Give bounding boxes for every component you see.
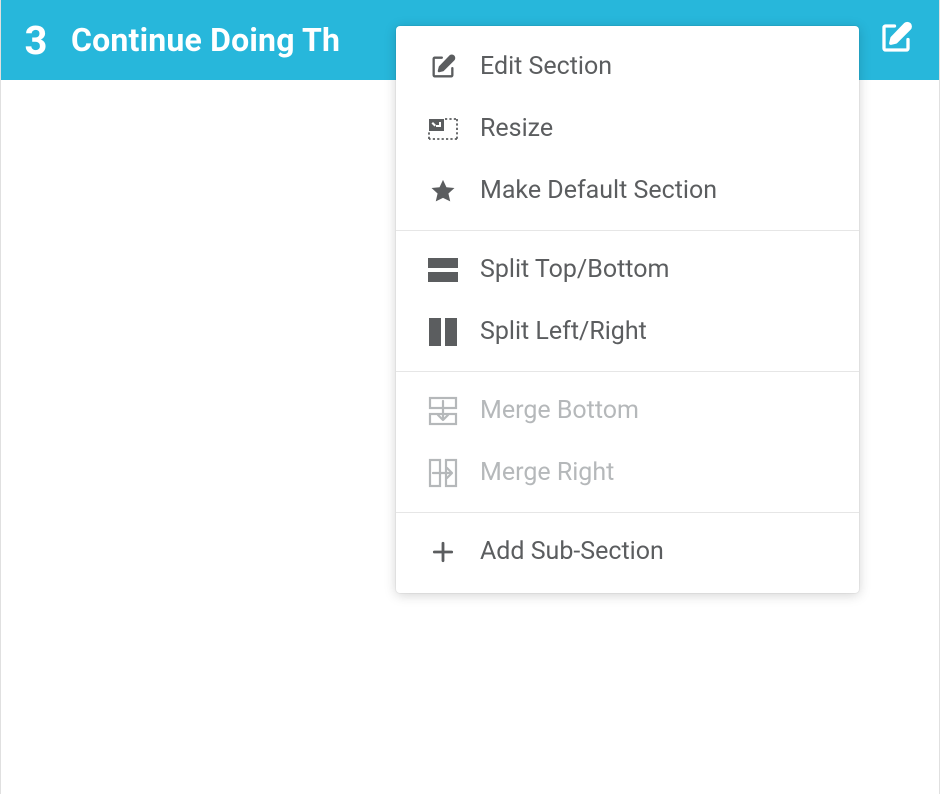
split-horizontal-icon [426, 255, 460, 285]
star-icon [426, 176, 460, 206]
merge-bottom-icon [426, 396, 460, 426]
menu-item-label: Merge Bottom [480, 396, 639, 426]
menu-item-label: Make Default Section [480, 176, 717, 206]
resize-icon [426, 114, 460, 144]
menu-item-label: Add Sub-Section [480, 537, 664, 567]
menu-item-label: Resize [480, 114, 553, 144]
menu-item-resize[interactable]: Resize [396, 98, 859, 160]
menu-item-split-top-bottom[interactable]: Split Top/Bottom [396, 239, 859, 301]
menu-item-label: Edit Section [480, 52, 612, 82]
menu-item-label: Merge Right [480, 458, 614, 488]
edit-section-header-button[interactable] [877, 21, 915, 59]
menu-item-label: Split Top/Bottom [480, 255, 669, 285]
plus-icon [426, 537, 460, 567]
menu-divider [396, 371, 859, 372]
section-title: Continue Doing Th [71, 21, 340, 59]
merge-right-icon [426, 458, 460, 488]
menu-divider [396, 230, 859, 231]
menu-item-edit-section[interactable]: Edit Section [396, 36, 859, 98]
menu-item-merge-bottom: Merge Bottom [396, 380, 859, 442]
menu-item-make-default[interactable]: Make Default Section [396, 160, 859, 222]
menu-item-merge-right: Merge Right [396, 442, 859, 504]
section-number: 3 [1, 17, 71, 64]
menu-item-label: Split Left/Right [480, 317, 647, 347]
menu-item-add-sub-section[interactable]: Add Sub-Section [396, 521, 859, 583]
split-vertical-icon [426, 317, 460, 347]
menu-divider [396, 512, 859, 513]
menu-item-split-left-right[interactable]: Split Left/Right [396, 301, 859, 363]
edit-icon [426, 52, 460, 82]
edit-icon [878, 20, 914, 60]
section-context-menu: Edit Section Resize [396, 26, 859, 593]
section-container: 3 Continue Doing Th Edit Section [0, 0, 940, 794]
